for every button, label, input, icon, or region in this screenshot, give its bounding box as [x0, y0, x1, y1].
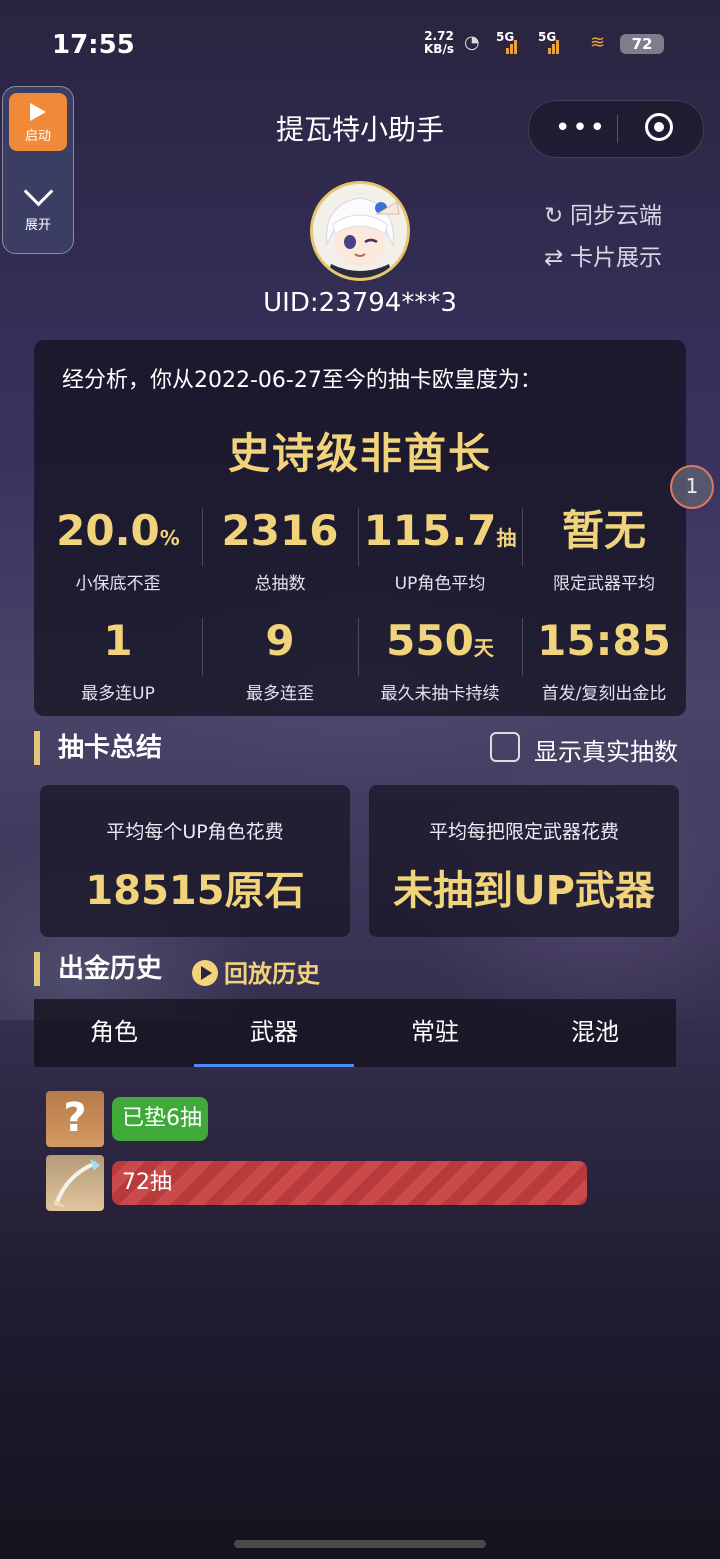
stat-unit: % [159, 526, 180, 550]
status-bar: 17:55 2.72 KB/s ◔ 5G 5G ≋ 72 [0, 0, 720, 80]
analysis-card: 经分析，你从2022-06-27至今的抽卡欧皇度为： 史诗级非酋长 20.0% … [34, 340, 686, 716]
replay-history-button[interactable]: 回放历史 [192, 954, 320, 989]
stat-label: 最久未抽卡持续 [380, 684, 500, 704]
tab-mixed[interactable]: 混池 [515, 999, 675, 1067]
battery-indicator: 72 [620, 34, 664, 54]
miniprogram-capsule: ••• [528, 100, 704, 158]
analysis-verdict: 史诗级非酋长 [227, 429, 492, 478]
history-header: 出金历史 [34, 952, 162, 986]
close-miniprogram-icon[interactable] [645, 113, 673, 141]
card-display-label: 卡片展示 [570, 245, 662, 271]
history-row: ? 已垫6抽 [46, 1091, 246, 1149]
page-marker[interactable]: 1 [670, 465, 714, 509]
status-time: 17:55 [52, 30, 135, 60]
stat-number: 550 [386, 616, 474, 665]
stat-number: 2316 [221, 506, 339, 555]
stat-value: 115.7抽 [360, 506, 520, 563]
stat-label: 最多连UP [81, 684, 155, 704]
weapon-icon [46, 1155, 104, 1211]
stat-number: 15:85 [537, 616, 671, 665]
tab-character[interactable]: 角色 [34, 999, 194, 1067]
stat-item: 2316 总抽数 [200, 506, 360, 594]
stat-unit: 抽 [496, 526, 517, 550]
stat-label: 小保底不歪 [75, 574, 161, 594]
play-circle-icon [192, 960, 218, 986]
stat-number: 20.0 [56, 506, 160, 555]
stat-label: 首发/复刻出金比 [541, 684, 667, 704]
stat-label: UP角色平均 [394, 574, 486, 594]
home-indicator[interactable] [234, 1540, 486, 1548]
network-speed-unit: KB/s [424, 42, 454, 56]
summary-card-title: 平均每把限定武器花费 [428, 821, 619, 843]
stat-value: 暂无 [524, 506, 684, 563]
divider [358, 618, 359, 676]
stat-item: 9 最多连歪 [200, 616, 360, 704]
expand-label: 展开 [24, 218, 51, 233]
capsule-divider [617, 115, 618, 143]
card-display-link[interactable]: ⇄ 卡片展示 [544, 237, 662, 279]
stat-label: 最多连歪 [246, 684, 314, 704]
stat-number: 1 [103, 616, 133, 665]
stat-item: 1 最多连UP [38, 616, 198, 704]
divider [202, 618, 203, 676]
stat-item: 115.7抽 UP角色平均 [360, 506, 520, 594]
summary-card-value: 18515原石 [85, 868, 305, 914]
stat-value: 550天 [360, 616, 520, 673]
stat-unit: 天 [473, 636, 494, 660]
wifi-icon: ≋ [590, 32, 606, 53]
stat-item: 15:85 首发/复刻出金比 [524, 616, 684, 704]
uid-label: UID:23794***3 [263, 288, 457, 318]
summary-card-title: 平均每个UP角色花费 [106, 821, 284, 843]
tab-standard[interactable]: 常驻 [355, 999, 515, 1067]
profile-actions: ↻ 同步云端 ⇄ 卡片展示 [544, 195, 662, 279]
more-icon[interactable]: ••• [555, 113, 607, 143]
stat-label: 总抽数 [254, 574, 306, 594]
question-icon: ? [46, 1091, 104, 1147]
divider [202, 508, 203, 566]
stat-number: 9 [265, 616, 295, 665]
sync-cloud-link[interactable]: ↻ 同步云端 [544, 195, 662, 237]
stat-label: 限定武器平均 [553, 574, 655, 594]
divider [522, 508, 523, 566]
bow-icon [53, 1159, 100, 1209]
stat-value: 15:85 [524, 616, 684, 673]
stat-item: 550天 最久未抽卡持续 [360, 616, 520, 704]
summary-card-value: 未抽到UP武器 [393, 868, 655, 914]
summary-header: 抽卡总结 [34, 731, 162, 765]
stat-value: 20.0% [38, 506, 198, 563]
divider [358, 508, 359, 566]
history-tabs: 角色 武器 常驻 混池 [34, 999, 676, 1067]
pull-count-bar: 72抽 [112, 1161, 587, 1205]
avatar[interactable] [310, 181, 410, 281]
expand-button[interactable]: 展开 [3, 176, 73, 233]
divider [522, 618, 523, 676]
network-speed: 2.72 KB/s [424, 30, 454, 56]
stat-value: 2316 [200, 506, 360, 563]
summary-card: 平均每个UP角色花费 18515原石 [40, 785, 350, 937]
signal-bars-1-icon [506, 38, 520, 54]
show-real-pulls-checkbox[interactable] [490, 732, 520, 762]
summary-card: 平均每把限定武器花费 未抽到UP武器 [369, 785, 679, 937]
stat-number: 115.7 [363, 506, 497, 555]
swap-arrows-icon: ⇄ [544, 245, 564, 271]
sync-cloud-label: 同步云端 [570, 203, 662, 229]
chevron-down-icon [23, 176, 53, 207]
history-row: 72抽 [46, 1155, 646, 1213]
analysis-intro: 经分析，你从2022-06-27至今的抽卡欧皇度为： [62, 368, 542, 393]
show-real-pulls-label[interactable]: 显示真实抽数 [534, 732, 678, 767]
avatar-character-icon [313, 184, 407, 278]
tab-weapon[interactable]: 武器 [194, 999, 354, 1067]
stat-value: 9 [200, 616, 360, 673]
stat-value: 1 [38, 616, 198, 673]
replay-history-label: 回放历史 [224, 960, 320, 988]
hotspot-icon: ◔ [464, 32, 480, 53]
pity-bar: 已垫6抽 [112, 1097, 208, 1141]
signal-bars-2-icon [548, 38, 562, 54]
refresh-icon: ↻ [544, 203, 564, 229]
network-speed-value: 2.72 [424, 29, 454, 43]
stat-item: 20.0% 小保底不歪 [38, 506, 198, 594]
stat-item: 暂无 限定武器平均 [524, 506, 684, 594]
stat-number: 暂无 [561, 506, 646, 555]
